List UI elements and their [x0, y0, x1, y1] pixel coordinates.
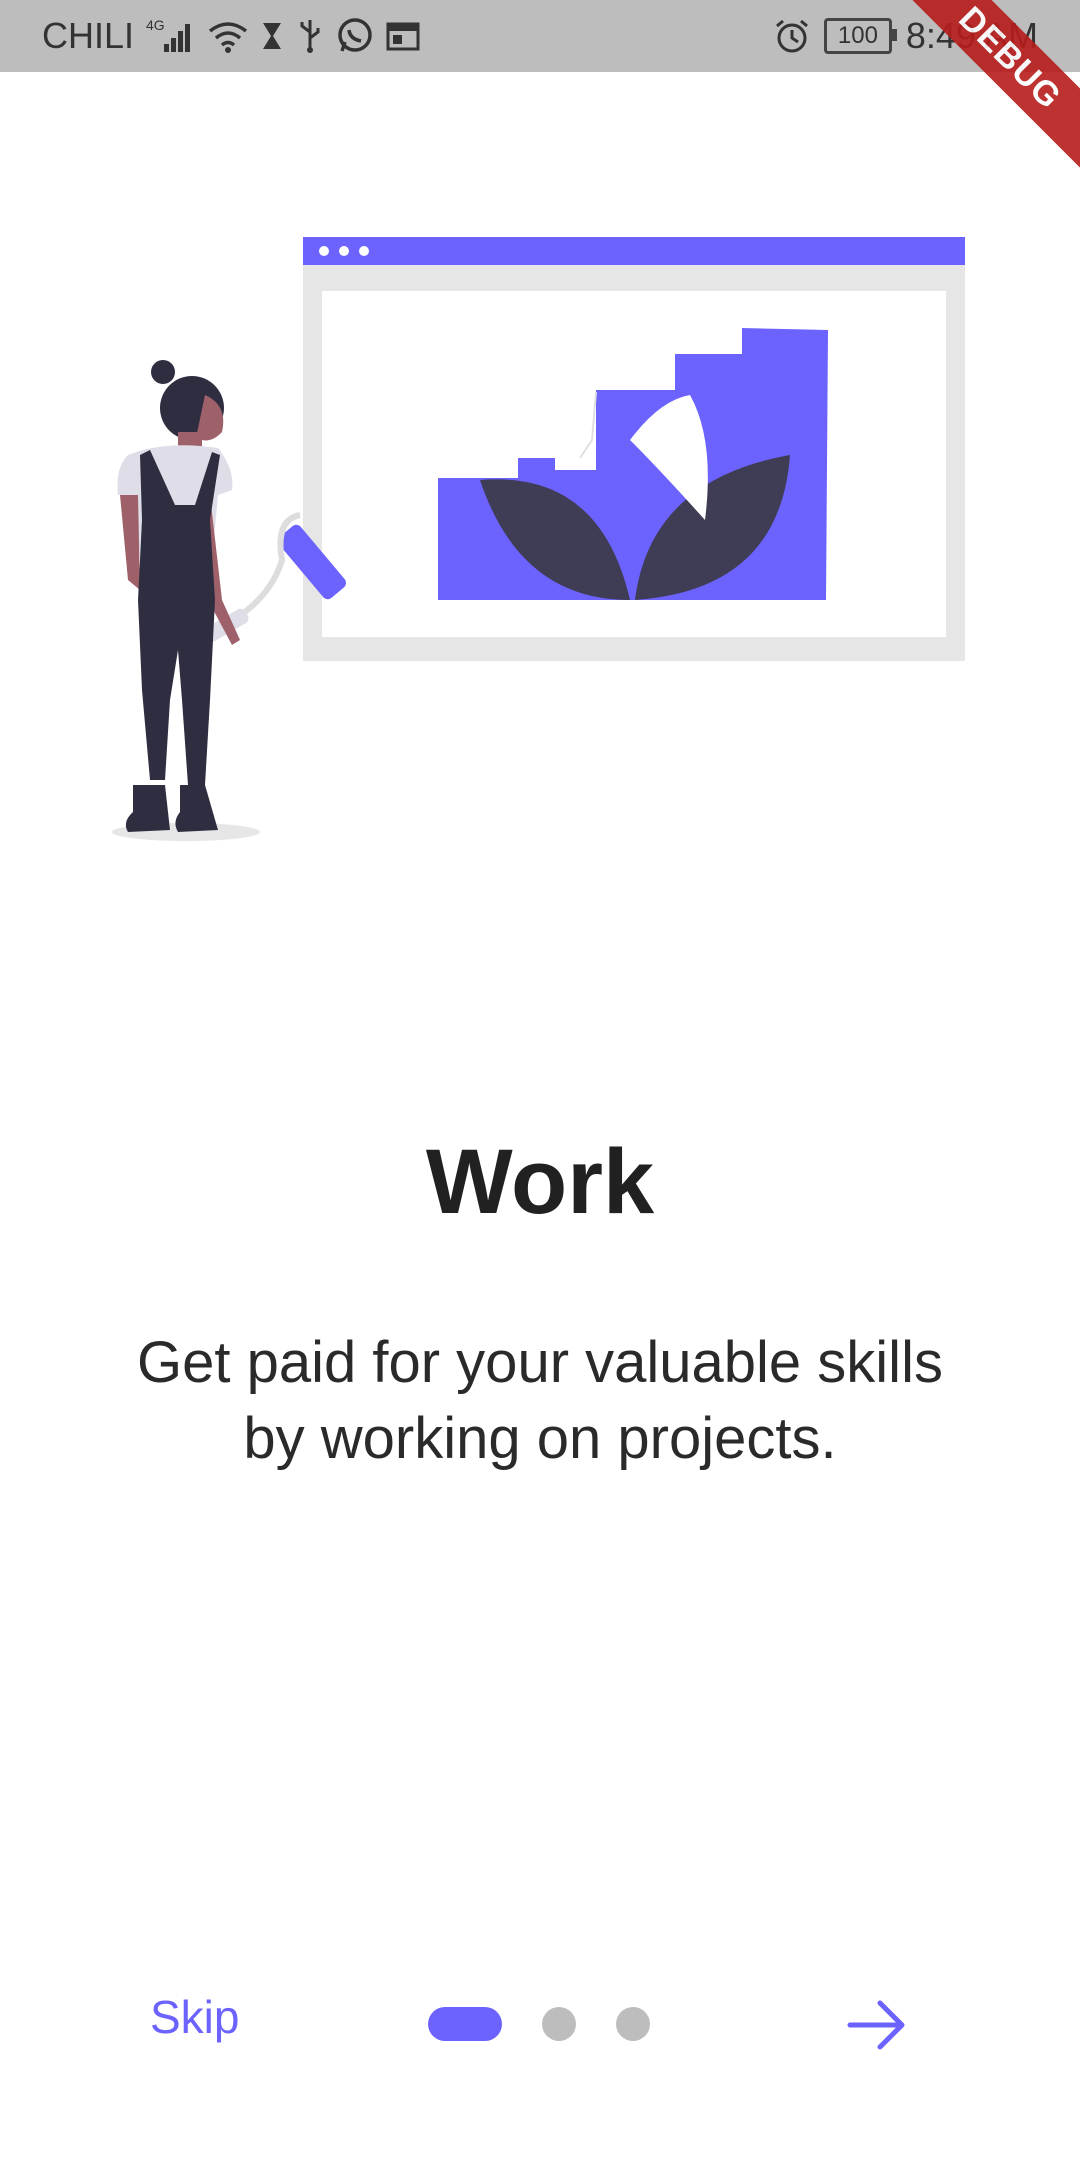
carrier-label: CHILI — [42, 15, 135, 56]
whatsapp-icon — [336, 17, 374, 55]
onboarding-screen: CHILI 4G 100 DEBUG Work Get paid for you… — [0, 0, 1080, 2160]
network-label: 4G — [146, 17, 165, 33]
next-button[interactable] — [842, 1995, 912, 2055]
battery-icon: 100 — [823, 18, 897, 54]
page-description: Get paid for your valuable skills by wor… — [137, 1330, 943, 1471]
usb-icon — [296, 18, 324, 54]
woman-figure-graphic — [112, 360, 260, 841]
status-bar-left: CHILI 4G — [42, 0, 420, 72]
page-title: Work — [425, 1131, 655, 1233]
calendar-icon — [386, 20, 420, 52]
page-dot[interactable] — [616, 2007, 650, 2041]
page-dot-active[interactable] — [428, 2007, 502, 2041]
hourglass-icon — [260, 20, 284, 52]
arrow-right-icon — [847, 2000, 905, 2050]
signal-icon: 4G — [146, 16, 196, 56]
page-indicator — [428, 2007, 650, 2041]
skip-button[interactable]: Skip — [150, 1990, 239, 2044]
page-dot[interactable] — [542, 2007, 576, 2041]
battery-level: 100 — [837, 22, 878, 49]
onboarding-illustration — [0, 72, 1080, 932]
work-illustration — [112, 237, 965, 841]
wifi-icon — [208, 19, 248, 53]
alarm-icon — [774, 18, 810, 54]
status-bar: CHILI 4G 100 — [0, 0, 1080, 72]
